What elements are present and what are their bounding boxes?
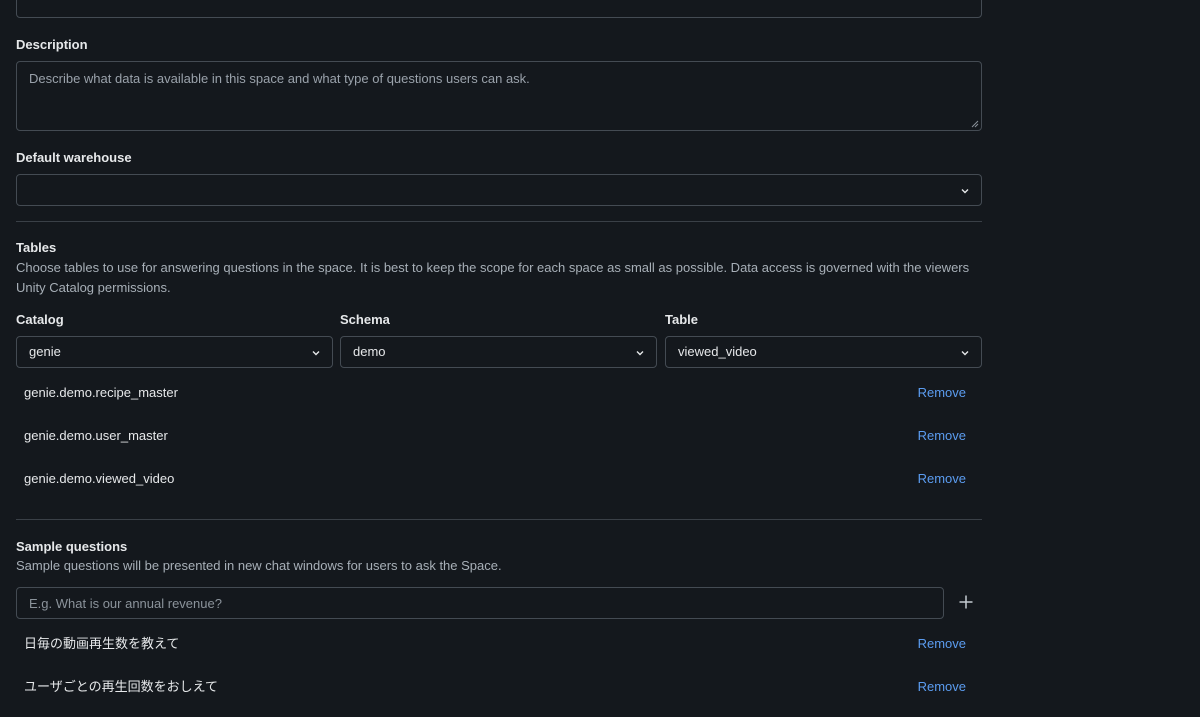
- plus-icon[interactable]: [958, 594, 974, 610]
- table-name: genie.demo.viewed_video: [24, 471, 175, 486]
- catalog-value: genie: [29, 344, 61, 359]
- sample-question-text: ユーザごとの再生回数をおしえて: [24, 679, 218, 694]
- tables-help: Choose tables to use for answering quest…: [16, 260, 970, 295]
- remove-table-button[interactable]: Remove: [918, 469, 966, 489]
- chevron-down-icon: [961, 189, 969, 194]
- table-list-item: genie.demo.viewed_video Remove: [24, 469, 974, 489]
- resize-grip-icon[interactable]: [971, 120, 979, 128]
- table-name: genie.demo.recipe_master: [24, 385, 178, 400]
- table-label: Table: [665, 312, 698, 327]
- genie-space-settings-page: Description Describe what data is availa…: [0, 0, 1200, 717]
- remove-table-button[interactable]: Remove: [918, 383, 966, 403]
- sample-question-item: ユーザごとの再生回数をおしえて Remove: [24, 677, 974, 697]
- tables-title: Tables: [16, 240, 57, 255]
- sample-questions-title: Sample questions: [16, 539, 128, 554]
- schema-value: demo: [353, 344, 386, 359]
- schema-select[interactable]: demo: [340, 336, 657, 368]
- table-list-item: genie.demo.recipe_master Remove: [24, 383, 974, 403]
- catalog-label: Catalog: [16, 312, 64, 327]
- description-textarea[interactable]: Describe what data is available in this …: [16, 61, 982, 131]
- remove-table-button[interactable]: Remove: [918, 426, 966, 446]
- chevron-down-icon: [636, 351, 644, 356]
- table-name: genie.demo.user_master: [24, 428, 168, 443]
- divider: [16, 519, 982, 520]
- schema-label: Schema: [340, 312, 390, 327]
- warehouse-select[interactable]: [16, 174, 982, 206]
- chevron-down-icon: [312, 351, 320, 356]
- table-value: viewed_video: [678, 344, 757, 359]
- sample-question-item: 日毎の動画再生数を教えて Remove: [24, 634, 974, 654]
- table-select[interactable]: viewed_video: [665, 336, 982, 368]
- warehouse-label: Default warehouse: [16, 150, 132, 165]
- table-list-item: genie.demo.user_master Remove: [24, 426, 974, 446]
- remove-question-button[interactable]: Remove: [918, 634, 966, 654]
- title-input[interactable]: [16, 0, 982, 18]
- chevron-down-icon: [961, 351, 969, 356]
- sample-question-input[interactable]: [16, 587, 944, 619]
- sample-questions-help: Sample questions will be presented in ne…: [16, 558, 502, 573]
- description-label: Description: [16, 37, 88, 52]
- catalog-select[interactable]: genie: [16, 336, 333, 368]
- divider: [16, 221, 982, 222]
- sample-question-text: 日毎の動画再生数を教えて: [24, 636, 180, 651]
- remove-question-button[interactable]: Remove: [918, 677, 966, 697]
- description-placeholder: Describe what data is available in this …: [29, 71, 530, 86]
